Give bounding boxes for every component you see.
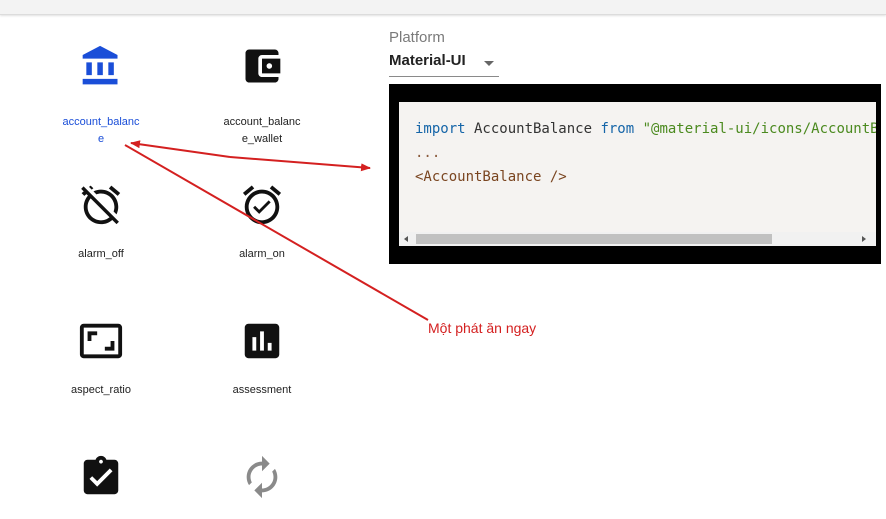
annotation-arrows — [124, 140, 429, 321]
annotation-text: Một phát ăn ngay — [428, 320, 537, 336]
arrow-to-icon-label — [130, 140, 231, 158]
arrow-from-annotation — [124, 144, 429, 321]
arrow-to-code-snippet — [229, 156, 371, 172]
